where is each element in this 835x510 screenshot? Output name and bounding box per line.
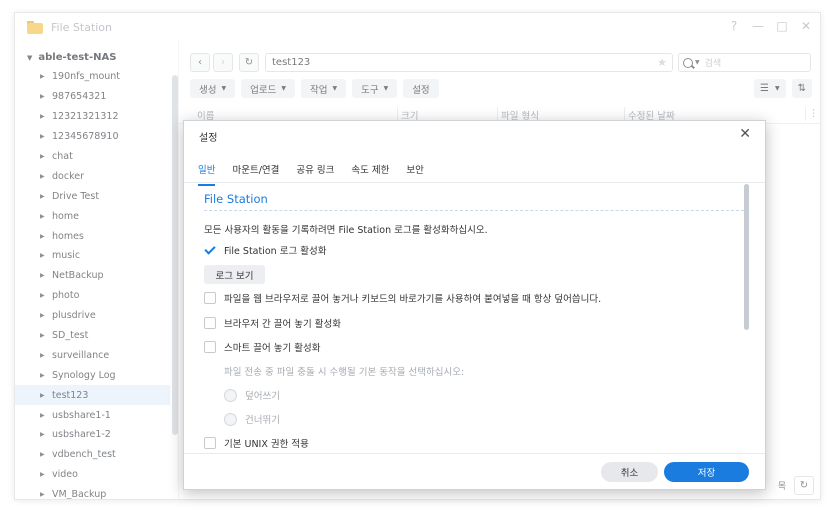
- drag-paste-label: 파일을 웹 브라우저로 끌어 놓거나 키보드의 바로가기를 사용하여 붙여넣을 …: [224, 294, 602, 305]
- dialog-title: 설정: [199, 133, 218, 144]
- enable-log-checkbox[interactable]: [204, 244, 216, 256]
- section-divider: [204, 210, 749, 211]
- cancel-button[interactable]: 취소: [601, 462, 658, 482]
- skip-option[interactable]: 건너뛰기: [224, 412, 280, 426]
- dialog-scrollbar[interactable]: [744, 184, 749, 330]
- drag-paste-option[interactable]: 파일을 웹 브라우저로 끌어 놓거나 키보드의 바로가기를 사용하여 붙여넣을 …: [204, 291, 601, 305]
- conflict-description: 파일 전송 중 파일 충돌 시 수행될 기본 동작을 선택하십시오:: [224, 364, 464, 378]
- skip-radio[interactable]: [224, 412, 237, 426]
- enable-log-option[interactable]: File Station 로그 활성화: [204, 243, 326, 257]
- dialog-body: File Station 모든 사용자의 활동을 기록하려면 File Stat…: [204, 191, 749, 450]
- overwrite-option[interactable]: 덮어쓰기: [224, 388, 280, 402]
- enable-log-label: File Station 로그 활성화: [224, 246, 327, 257]
- close-icon[interactable]: ✕: [739, 126, 751, 142]
- unix-permission-label: 기본 UNIX 권한 적용: [224, 439, 309, 450]
- log-description: 모든 사용자의 활동을 기록하려면 File Station 로그를 활성화하십…: [204, 225, 488, 236]
- smart-drag-option[interactable]: 스마트 끌어 놓기 활성화: [204, 340, 320, 354]
- cross-browser-checkbox[interactable]: [204, 317, 216, 329]
- unix-permission-checkbox[interactable]: [204, 437, 216, 449]
- overwrite-radio[interactable]: [224, 388, 237, 402]
- view-log-button[interactable]: 로그 보기: [204, 265, 265, 284]
- save-button[interactable]: 저장: [664, 462, 749, 482]
- section-title: File Station: [204, 192, 268, 206]
- overwrite-label: 덮어쓰기: [245, 391, 280, 402]
- cross-browser-option[interactable]: 브라우저 간 끌어 놓기 활성화: [204, 316, 341, 330]
- skip-label: 건너뛰기: [245, 415, 280, 426]
- conflict-description-text: 파일 전송 중 파일 충돌 시 수행될 기본 동작을 선택하십시오:: [224, 367, 465, 378]
- drag-paste-checkbox[interactable]: [204, 292, 216, 304]
- dialog-footer: 취소 저장: [184, 453, 765, 489]
- smart-drag-checkbox[interactable]: [204, 341, 216, 353]
- cross-browser-label: 브라우저 간 끌어 놓기 활성화: [224, 319, 341, 330]
- settings-dialog: 설정 ✕ 일반 마운트/연결 공유 링크 속도 제한 보안 File Stati…: [183, 120, 766, 490]
- unix-permission-option[interactable]: 기본 UNIX 권한 적용: [204, 436, 309, 450]
- smart-drag-label: 스마트 끌어 놓기 활성화: [224, 343, 321, 354]
